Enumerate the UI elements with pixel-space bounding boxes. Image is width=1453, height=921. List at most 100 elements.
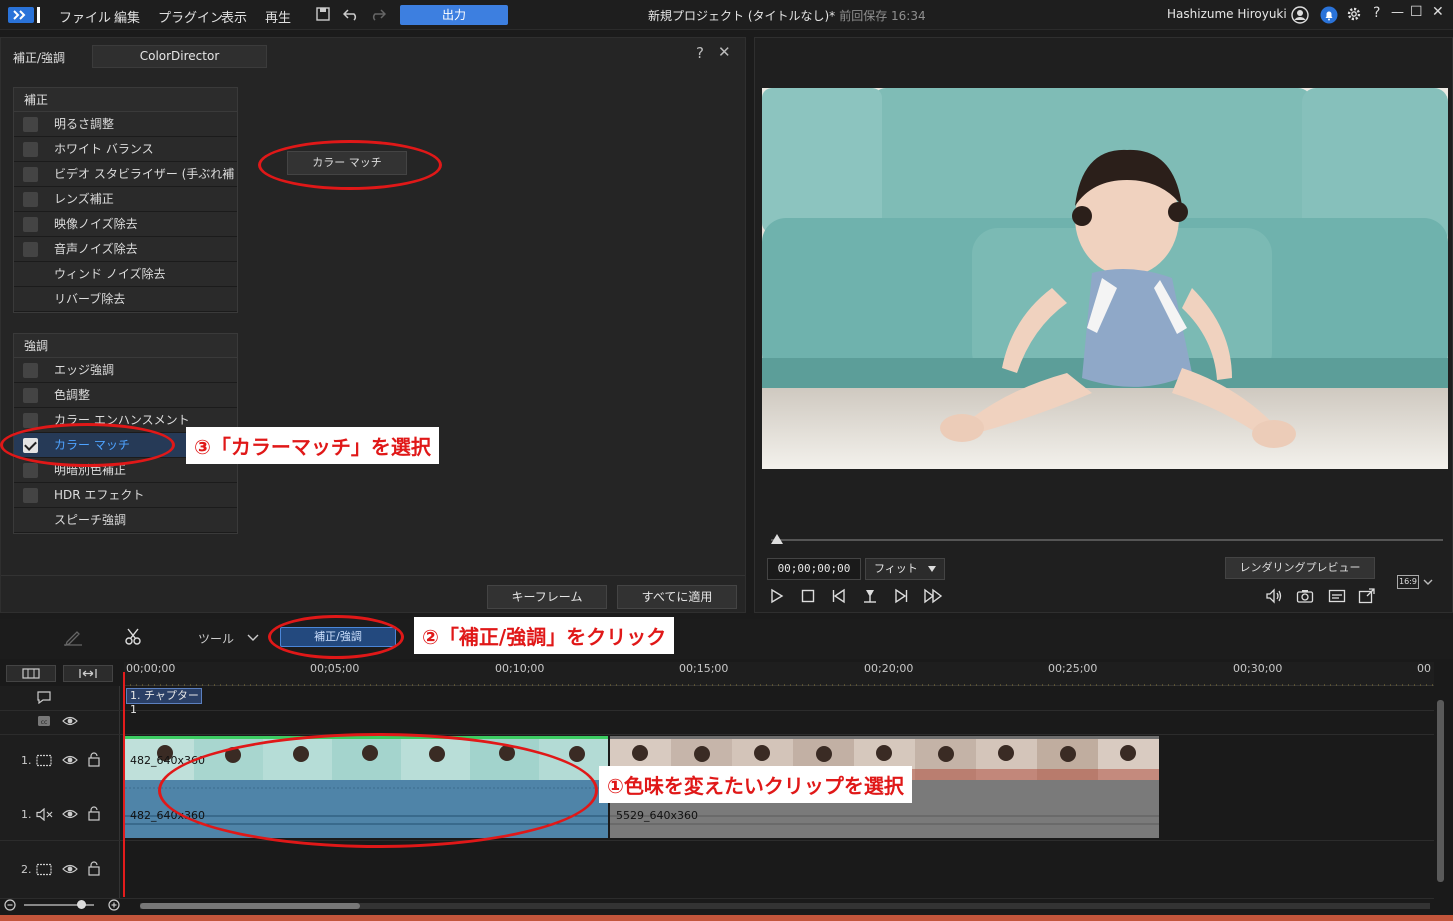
chapter-marker[interactable]: 1. チャプター 1 — [126, 688, 202, 716]
checkbox[interactable] — [23, 167, 38, 182]
next-frame-icon[interactable] — [893, 588, 909, 604]
save-icon[interactable] — [316, 7, 330, 21]
undock-window-icon[interactable] — [1358, 588, 1376, 604]
split-marker-icon[interactable] — [862, 588, 878, 604]
zoom-in-icon[interactable] — [108, 899, 120, 911]
fix-item-lens-correction[interactable]: レンズ補正 — [14, 187, 237, 212]
user-name[interactable]: Hashizume Hiroyuki — [1167, 7, 1287, 21]
fix-item-video-denoise[interactable]: 映像ノイズ除去 — [14, 212, 237, 237]
panel-divider — [1, 575, 745, 576]
track-number: 1. — [21, 754, 32, 767]
track-divider — [0, 734, 1434, 735]
fix-item-reverb[interactable]: リバーブ除去 — [14, 287, 237, 312]
minimize-icon[interactable]: — — [1391, 5, 1404, 20]
horizontal-scrollbar-thumb[interactable] — [140, 903, 360, 909]
enhance-item-hdr[interactable]: HDR エフェクト — [14, 483, 237, 508]
aspect-ratio-toggle[interactable]: 16:9 — [1397, 575, 1419, 589]
volume-icon[interactable] — [1265, 588, 1283, 604]
tools-menu[interactable]: ツール — [198, 630, 234, 647]
fix-item-audio-denoise[interactable]: 音声ノイズ除去 — [14, 237, 237, 262]
eye-icon[interactable] — [62, 715, 78, 727]
project-title-text: 新規プロジェクト (タイトルなし)* — [648, 9, 836, 23]
checkbox[interactable] — [23, 463, 38, 478]
eye-icon[interactable] — [62, 863, 78, 875]
track-number: 2. — [21, 863, 32, 876]
fit-dropdown[interactable]: フィット — [865, 558, 945, 580]
render-preview-button[interactable]: レンダリングプレビュー — [1225, 557, 1375, 579]
apply-all-button[interactable]: すべてに適用 — [617, 585, 737, 609]
menu-playback[interactable]: 再生 — [265, 7, 291, 26]
checkbox[interactable] — [23, 363, 38, 378]
lock-icon[interactable] — [87, 861, 101, 876]
checkbox[interactable] — [23, 117, 38, 132]
aspect-chevron-down-icon[interactable] — [1423, 578, 1433, 586]
fix-item-label: レンズ補正 — [54, 192, 114, 206]
undo-icon[interactable] — [343, 7, 359, 21]
checkbox[interactable] — [23, 413, 38, 428]
fast-forward-icon[interactable] — [923, 588, 943, 604]
app-logo[interactable] — [8, 6, 42, 24]
ruler-label: 00;30;00 — [1233, 662, 1283, 675]
keyframe-button[interactable]: キーフレーム — [487, 585, 607, 609]
enhance-item-label: スピーチ強調 — [54, 513, 127, 527]
timecode-field[interactable]: 00;00;00;00 — [767, 558, 861, 580]
enhance-item-speech[interactable]: スピーチ強調 — [14, 508, 237, 533]
fix-item-label: リバーブ除去 — [54, 292, 126, 306]
ruler-label: 00 — [1417, 662, 1431, 675]
notification-icon[interactable] — [1320, 6, 1338, 24]
stop-icon[interactable] — [800, 588, 816, 604]
checkbox[interactable] — [23, 488, 38, 503]
menu-file[interactable]: ファイル — [59, 7, 111, 26]
panel-close-icon[interactable]: ✕ — [718, 43, 731, 61]
track-headers — [0, 686, 120, 898]
play-icon[interactable] — [769, 588, 785, 604]
enhance-item-color-adjust[interactable]: 色調整 — [14, 383, 237, 408]
zoom-out-icon[interactable] — [4, 899, 16, 911]
playhead[interactable] — [123, 672, 125, 897]
menu-edit[interactable]: 編集 — [114, 7, 140, 26]
fix-item-brightness[interactable]: 明るさ調整 — [14, 112, 237, 137]
ruler-ticks — [124, 684, 1434, 686]
snapshot-camera-icon[interactable] — [1296, 588, 1314, 604]
vertical-scrollbar-thumb[interactable] — [1437, 700, 1444, 882]
settings-gear-icon[interactable] — [1346, 6, 1362, 22]
checkbox[interactable] — [23, 142, 38, 157]
maximize-icon[interactable]: ☐ — [1410, 4, 1423, 20]
lock-icon[interactable] — [87, 806, 101, 821]
fix-item-wind-noise[interactable]: ウィンド ノイズ除去 — [14, 262, 237, 287]
close-window-icon[interactable]: ✕ — [1432, 4, 1444, 20]
enhance-item-edge[interactable]: エッジ強調 — [14, 358, 237, 383]
menu-plugin[interactable]: プラグイン — [158, 7, 223, 26]
annotation-ellipse-fix-button — [268, 615, 404, 659]
scrub-bar[interactable] — [771, 539, 1443, 541]
panel-help-icon[interactable]: ? — [696, 44, 704, 62]
scissors-icon[interactable] — [124, 628, 142, 646]
eye-icon[interactable] — [62, 754, 78, 766]
help-icon[interactable]: ? — [1373, 5, 1380, 21]
previous-frame-icon[interactable] — [831, 588, 847, 604]
fix-item-label: 明るさ調整 — [54, 117, 115, 131]
lock-icon[interactable] — [87, 752, 101, 767]
svg-text:cc: cc — [41, 719, 48, 726]
redo-icon[interactable] — [370, 7, 386, 21]
fix-item-label: ウィンド ノイズ除去 — [54, 267, 166, 281]
tools-chevron-down-icon[interactable] — [247, 634, 259, 642]
checkbox[interactable] — [23, 192, 38, 207]
zoom-slider-thumb[interactable] — [77, 900, 86, 909]
output-button[interactable]: 出力 — [400, 5, 508, 25]
fix-item-white-balance[interactable]: ホワイト バランス — [14, 137, 237, 162]
tab-colordirector[interactable]: ColorDirector — [92, 45, 267, 68]
eye-icon[interactable] — [62, 808, 78, 820]
subtitles-icon[interactable] — [1328, 588, 1346, 604]
account-icon[interactable] — [1291, 6, 1309, 24]
fix-item-stabilizer[interactable]: ビデオ スタビライザー (手ぶれ補正) — [14, 162, 237, 205]
project-title: 新規プロジェクト (タイトルなし)* 前回保存 16:34 — [648, 7, 926, 24]
scrub-handle[interactable] — [771, 534, 783, 544]
checkbox[interactable] — [23, 242, 38, 257]
checkbox[interactable] — [23, 217, 38, 232]
checkbox[interactable] — [23, 388, 38, 403]
annotation-ellipse-color-match-button — [258, 140, 442, 190]
menu-view[interactable]: 表示 — [221, 7, 247, 26]
pen-icon[interactable] — [63, 628, 83, 646]
panel-title: 補正/強調 — [13, 51, 66, 65]
